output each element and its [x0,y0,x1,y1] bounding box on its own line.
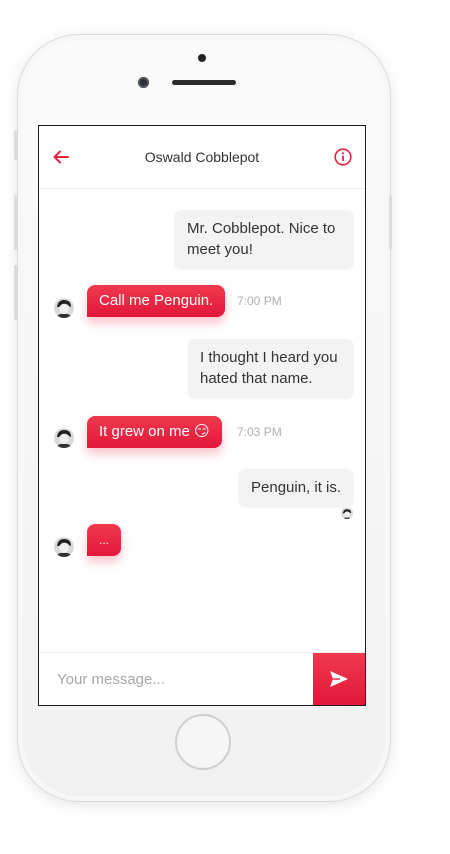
front-camera [138,77,149,88]
chat-screen: Oswald Cobblepot Mr. Cobblepot. Nice to … [38,125,366,706]
contact-avatar [54,298,74,318]
contact-avatar [54,428,74,448]
volume-up-button [14,195,17,250]
mute-switch [14,130,17,160]
sent-message: I thought I heard you hated that name. [188,339,353,397]
received-message: Call me Penguin. [87,285,226,317]
contact-name: Oswald Cobblepot [144,149,260,165]
home-button[interactable] [175,714,231,770]
contact-avatar [54,537,74,557]
message-composer [39,652,365,705]
message-timestamp: 7:03 PM [237,425,282,439]
power-button [389,195,392,250]
send-button[interactable] [313,653,365,705]
send-icon [330,671,348,687]
earpiece-speaker [172,80,236,85]
typing-indicator: ... [87,524,122,556]
received-message: It grew on me 😏 [87,416,222,448]
proximity-sensor [198,54,206,62]
volume-down-button [14,265,17,320]
read-receipt-avatar [341,507,353,519]
sent-message: Mr. Cobblepot. Nice to meet you! [175,210,353,268]
chat-header: Oswald Cobblepot [39,126,365,189]
sent-message: Penguin, it is. [239,469,354,506]
message-timestamp: 7:00 PM [237,294,282,308]
info-icon[interactable] [334,148,352,166]
message-input[interactable] [39,653,313,705]
